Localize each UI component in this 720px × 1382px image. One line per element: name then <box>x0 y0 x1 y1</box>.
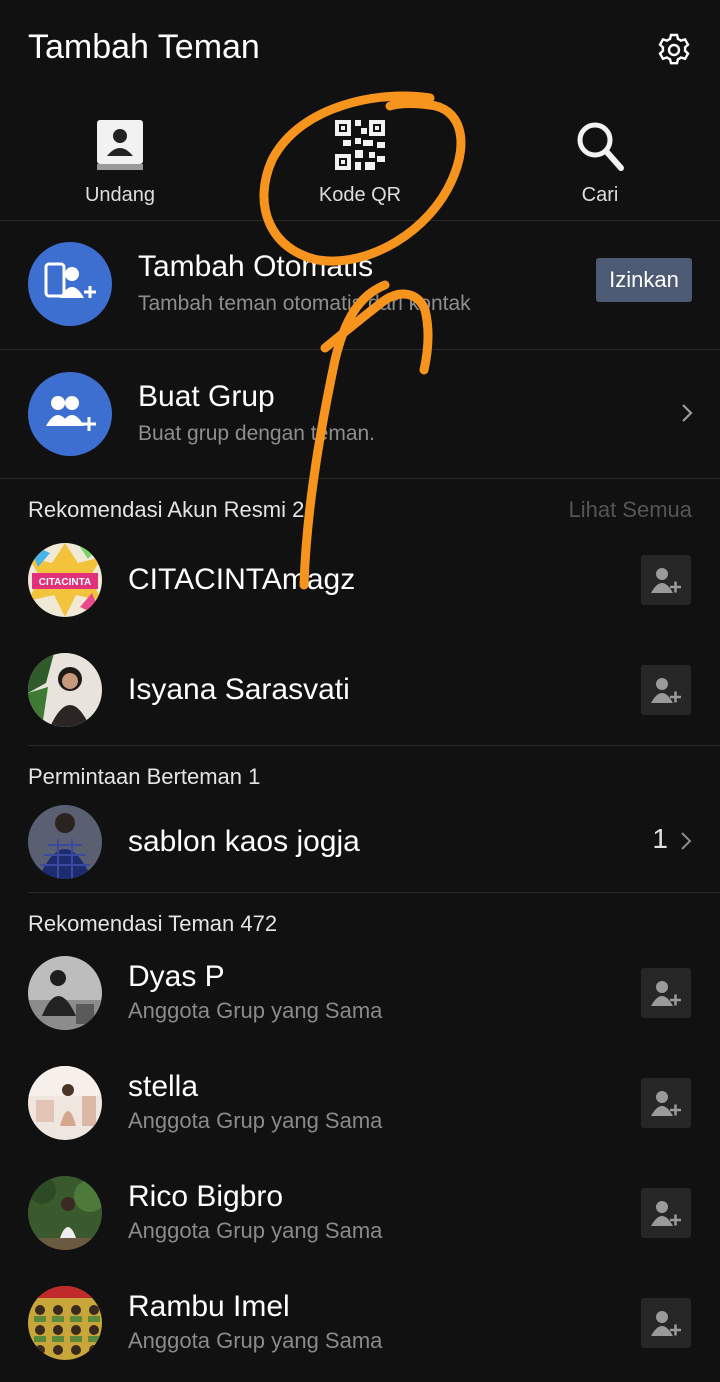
list-item[interactable]: sablon kaos jogja 1 <box>0 787 720 897</box>
friend-name: Dyas P <box>128 960 225 993</box>
invite-label: Undang <box>84 184 156 206</box>
qr-code-button[interactable]: Kode QR <box>240 98 480 220</box>
add-friend-button[interactable] <box>641 1188 691 1238</box>
friend-name: stella <box>128 1070 199 1103</box>
chevron-right-icon <box>681 832 692 850</box>
create-group-row[interactable]: Buat Grup Buat grup dengan teman. <box>0 350 720 478</box>
add-friend-button[interactable] <box>641 968 691 1018</box>
friend-name: Rambu Imel <box>128 1290 290 1323</box>
account-name: Isyana Sarasvati <box>128 673 350 706</box>
add-friend-button[interactable] <box>641 1078 691 1128</box>
add-friend-button[interactable] <box>641 555 691 605</box>
avatar: CITACINTA <box>28 543 102 617</box>
request-count: 1 <box>652 823 668 854</box>
gear-icon[interactable] <box>652 28 696 72</box>
avatar <box>28 1176 102 1250</box>
friend-subtitle: Anggota Grup yang Sama <box>128 1218 383 1243</box>
group-add-icon <box>46 396 96 431</box>
friends-section-header: Rekomendasi Teman 472 <box>28 911 278 936</box>
phone-add-user-icon <box>44 262 96 298</box>
search-button[interactable]: Cari <box>480 98 720 220</box>
add-user-icon <box>651 981 681 1006</box>
list-item[interactable]: CITACINTA CITACINTAmagz <box>0 525 720 635</box>
avatar <box>28 1286 102 1360</box>
requester-name: sablon kaos jogja <box>128 825 360 858</box>
see-all-link[interactable]: Lihat Semua <box>568 497 692 523</box>
add-user-icon <box>651 568 681 593</box>
auto-add-title: Tambah Otomatis <box>138 250 374 283</box>
chevron-right-icon <box>682 404 693 422</box>
create-group-title: Buat Grup <box>138 380 275 413</box>
qr-code-label: Kode QR <box>318 184 402 206</box>
avatar <box>28 1066 102 1140</box>
avatar <box>28 653 102 727</box>
divider <box>0 478 720 479</box>
friend-subtitle: Anggota Grup yang Sama <box>128 1328 383 1353</box>
add-user-icon <box>651 678 681 703</box>
app-header: Tambah Teman <box>0 0 720 98</box>
official-section-header: Rekomendasi Akun Resmi 2 <box>28 497 305 522</box>
add-user-icon <box>651 1091 681 1116</box>
auto-add-subtitle: Tambah teman otomatis dari kontak <box>138 292 471 315</box>
create-group-avatar <box>28 372 112 456</box>
add-friend-button[interactable] <box>641 665 691 715</box>
friend-subtitle: Anggota Grup yang Sama <box>128 998 383 1023</box>
allow-button[interactable]: Izinkan <box>596 258 692 302</box>
list-item[interactable]: Rambu Imel Anggota Grup yang Sama <box>0 1268 720 1378</box>
add-friend-button[interactable] <box>641 1298 691 1348</box>
friend-subtitle: Anggota Grup yang Sama <box>128 1108 383 1133</box>
list-item[interactable]: Rico Bigbro Anggota Grup yang Sama <box>0 1158 720 1268</box>
search-icon <box>577 122 624 171</box>
auto-add-row[interactable]: Tambah Otomatis Tambah teman otomatis da… <box>0 220 720 348</box>
create-group-subtitle: Buat grup dengan teman. <box>138 422 376 445</box>
add-user-icon <box>651 1311 681 1336</box>
divider <box>28 892 720 893</box>
friend-name: Rico Bigbro <box>128 1180 284 1213</box>
list-item[interactable]: Isyana Sarasvati <box>0 635 720 745</box>
list-item[interactable]: stella Anggota Grup yang Sama <box>0 1048 720 1158</box>
add-user-icon <box>651 1201 681 1226</box>
qr-code-icon <box>335 120 385 170</box>
citacinta-logo-text: CITACINTA <box>39 577 91 588</box>
divider <box>28 745 720 746</box>
contact-book-icon <box>97 120 143 170</box>
list-item[interactable]: Dyas P Anggota Grup yang Sama <box>0 938 720 1048</box>
account-name: CITACINTAmagz <box>128 563 356 596</box>
avatar <box>28 805 102 879</box>
page-title: Tambah Teman <box>28 28 260 66</box>
search-label: Cari <box>581 184 619 206</box>
invite-button[interactable]: Undang <box>0 98 240 220</box>
avatar <box>28 956 102 1030</box>
auto-add-avatar <box>28 242 112 326</box>
